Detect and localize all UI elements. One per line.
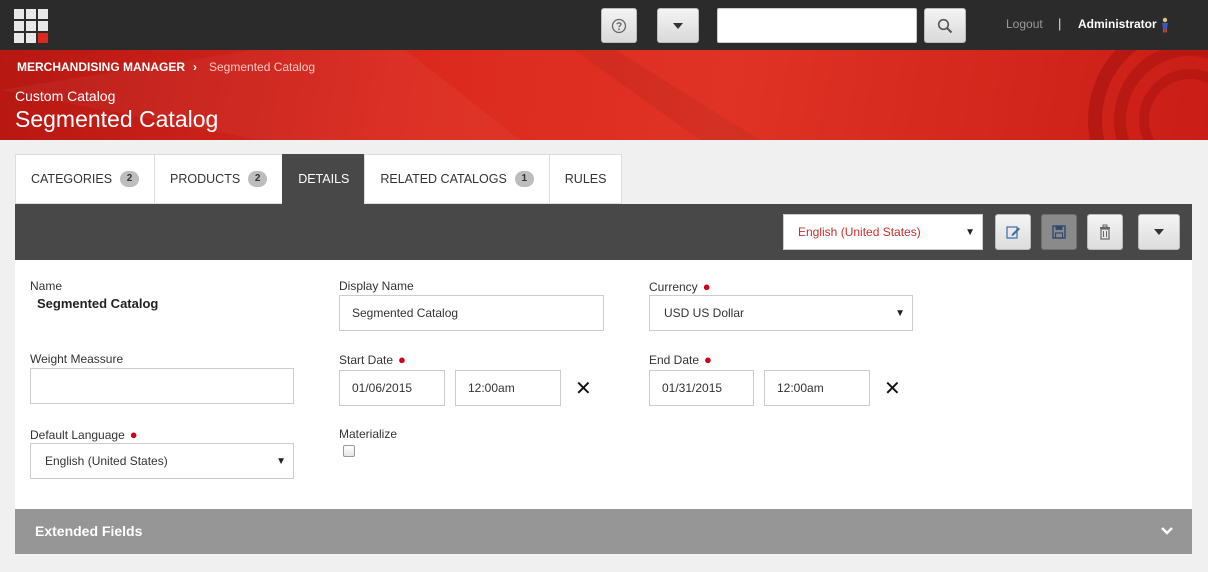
page-header-banner: MERCHANDISING MANAGER › Segmented Catalo… xyxy=(0,50,1208,140)
start-date-field[interactable]: 01/06/2015 xyxy=(339,370,445,406)
caret-down-icon xyxy=(1154,229,1164,235)
user-name-link[interactable]: Administrator xyxy=(1078,17,1157,31)
extended-fields-title: Extended Fields xyxy=(35,523,143,539)
default-language-label: Default Language ● xyxy=(30,427,138,442)
clear-end-date-icon[interactable]: ✕ xyxy=(884,379,901,399)
tab-label: RELATED CATALOGS xyxy=(380,172,507,186)
start-date-label: Start Date ● xyxy=(339,352,406,367)
floppy-disk-icon xyxy=(1052,225,1066,239)
name-label: Name xyxy=(30,279,63,293)
caret-down-icon: ▼ xyxy=(276,456,286,467)
count-badge: 1 xyxy=(514,171,534,187)
app-grid-logo-icon[interactable] xyxy=(14,9,48,43)
edit-button[interactable] xyxy=(995,214,1031,250)
display-name-field[interactable]: Segmented Catalog xyxy=(339,295,604,331)
default-language-value: English (United States) xyxy=(45,454,168,468)
app-menu-dropdown-button[interactable] xyxy=(657,8,699,43)
display-name-label: Display Name xyxy=(339,279,414,293)
default-language-select[interactable]: English (United States) ▼ xyxy=(30,443,294,479)
details-toolbar: English (United States) ▼ xyxy=(15,204,1192,260)
weight-measure-field[interactable] xyxy=(30,368,294,404)
tab-categories[interactable]: CATEGORIES 2 xyxy=(15,154,155,204)
extended-fields-panel-header[interactable]: Extended Fields xyxy=(15,509,1192,554)
start-time-field[interactable]: 12:00am xyxy=(455,370,561,406)
default-language-label-text: Default Language xyxy=(30,428,125,442)
search-button[interactable] xyxy=(924,8,966,43)
tab-label: RULES xyxy=(564,172,607,186)
nav-separator: | xyxy=(1058,16,1062,31)
breadcrumb-merchandising-manager[interactable]: MERCHANDISING MANAGER xyxy=(17,60,185,74)
top-navigation-bar: Logout | Administrator xyxy=(0,0,1208,50)
required-indicator: ● xyxy=(704,352,712,367)
caret-down-icon: ▼ xyxy=(895,308,905,319)
count-badge: 2 xyxy=(248,171,268,187)
currency-value: USD US Dollar xyxy=(664,306,745,320)
tab-label: PRODUCTS xyxy=(170,172,241,186)
currency-select[interactable]: USD US Dollar ▼ xyxy=(649,295,913,331)
required-indicator: ● xyxy=(702,279,711,294)
end-date-label: End Date ● xyxy=(649,352,712,367)
trash-icon xyxy=(1100,224,1110,240)
person-icon[interactable] xyxy=(1159,17,1171,33)
content-language-select[interactable]: English (United States) ▼ xyxy=(783,214,983,250)
tab-details[interactable]: DETAILS xyxy=(282,154,365,204)
materialize-checkbox[interactable] xyxy=(343,445,355,457)
start-date-label-text: Start Date xyxy=(339,353,394,367)
tab-label: CATEGORIES xyxy=(31,172,113,186)
more-actions-dropdown-button[interactable] xyxy=(1138,214,1180,250)
tab-related-catalogs[interactable]: RELATED CATALOGS 1 xyxy=(364,154,549,204)
magnifier-icon xyxy=(937,18,953,33)
help-button[interactable] xyxy=(601,8,637,43)
required-indicator: ● xyxy=(129,427,138,442)
breadcrumb-current: Segmented Catalog xyxy=(209,60,316,74)
end-date-label-text: End Date xyxy=(649,353,700,367)
end-date-field[interactable]: 01/31/2015 xyxy=(649,370,754,406)
page-title: Segmented Catalog xyxy=(15,106,219,132)
tab-label: DETAILS xyxy=(298,172,350,186)
edit-icon xyxy=(1006,226,1020,239)
delete-button[interactable] xyxy=(1087,214,1123,250)
selected-language: English (United States) xyxy=(798,225,921,239)
clear-start-date-icon[interactable]: ✕ xyxy=(575,379,592,399)
search-input[interactable] xyxy=(717,8,917,43)
tab-products[interactable]: PRODUCTS 2 xyxy=(154,154,283,204)
currency-label-text: Currency xyxy=(649,280,698,294)
name-value: Segmented Catalog xyxy=(37,296,159,311)
caret-down-icon: ▼ xyxy=(965,227,975,238)
weight-measure-label: Weight Meassure xyxy=(30,352,124,366)
catalog-details-form: Name Segmented Catalog Display Name Segm… xyxy=(15,260,1192,509)
tab-rules[interactable]: RULES xyxy=(548,154,623,204)
question-circle-icon xyxy=(611,18,627,33)
breadcrumb-arrow-icon: › xyxy=(193,60,197,74)
save-button[interactable] xyxy=(1041,214,1077,250)
caret-down-icon xyxy=(673,22,683,29)
materialize-label: Materialize xyxy=(339,427,398,441)
required-indicator: ● xyxy=(398,352,406,367)
currency-label: Currency ● xyxy=(649,279,711,294)
end-time-field[interactable]: 12:00am xyxy=(764,370,870,406)
catalog-tabs: CATEGORIES 2 PRODUCTS 2 DETAILS RELATED … xyxy=(15,154,623,204)
logout-link[interactable]: Logout xyxy=(1006,17,1043,31)
page-subtitle: Custom Catalog xyxy=(15,88,116,104)
count-badge: 2 xyxy=(120,171,140,187)
chevron-down-icon[interactable] xyxy=(1160,524,1174,538)
